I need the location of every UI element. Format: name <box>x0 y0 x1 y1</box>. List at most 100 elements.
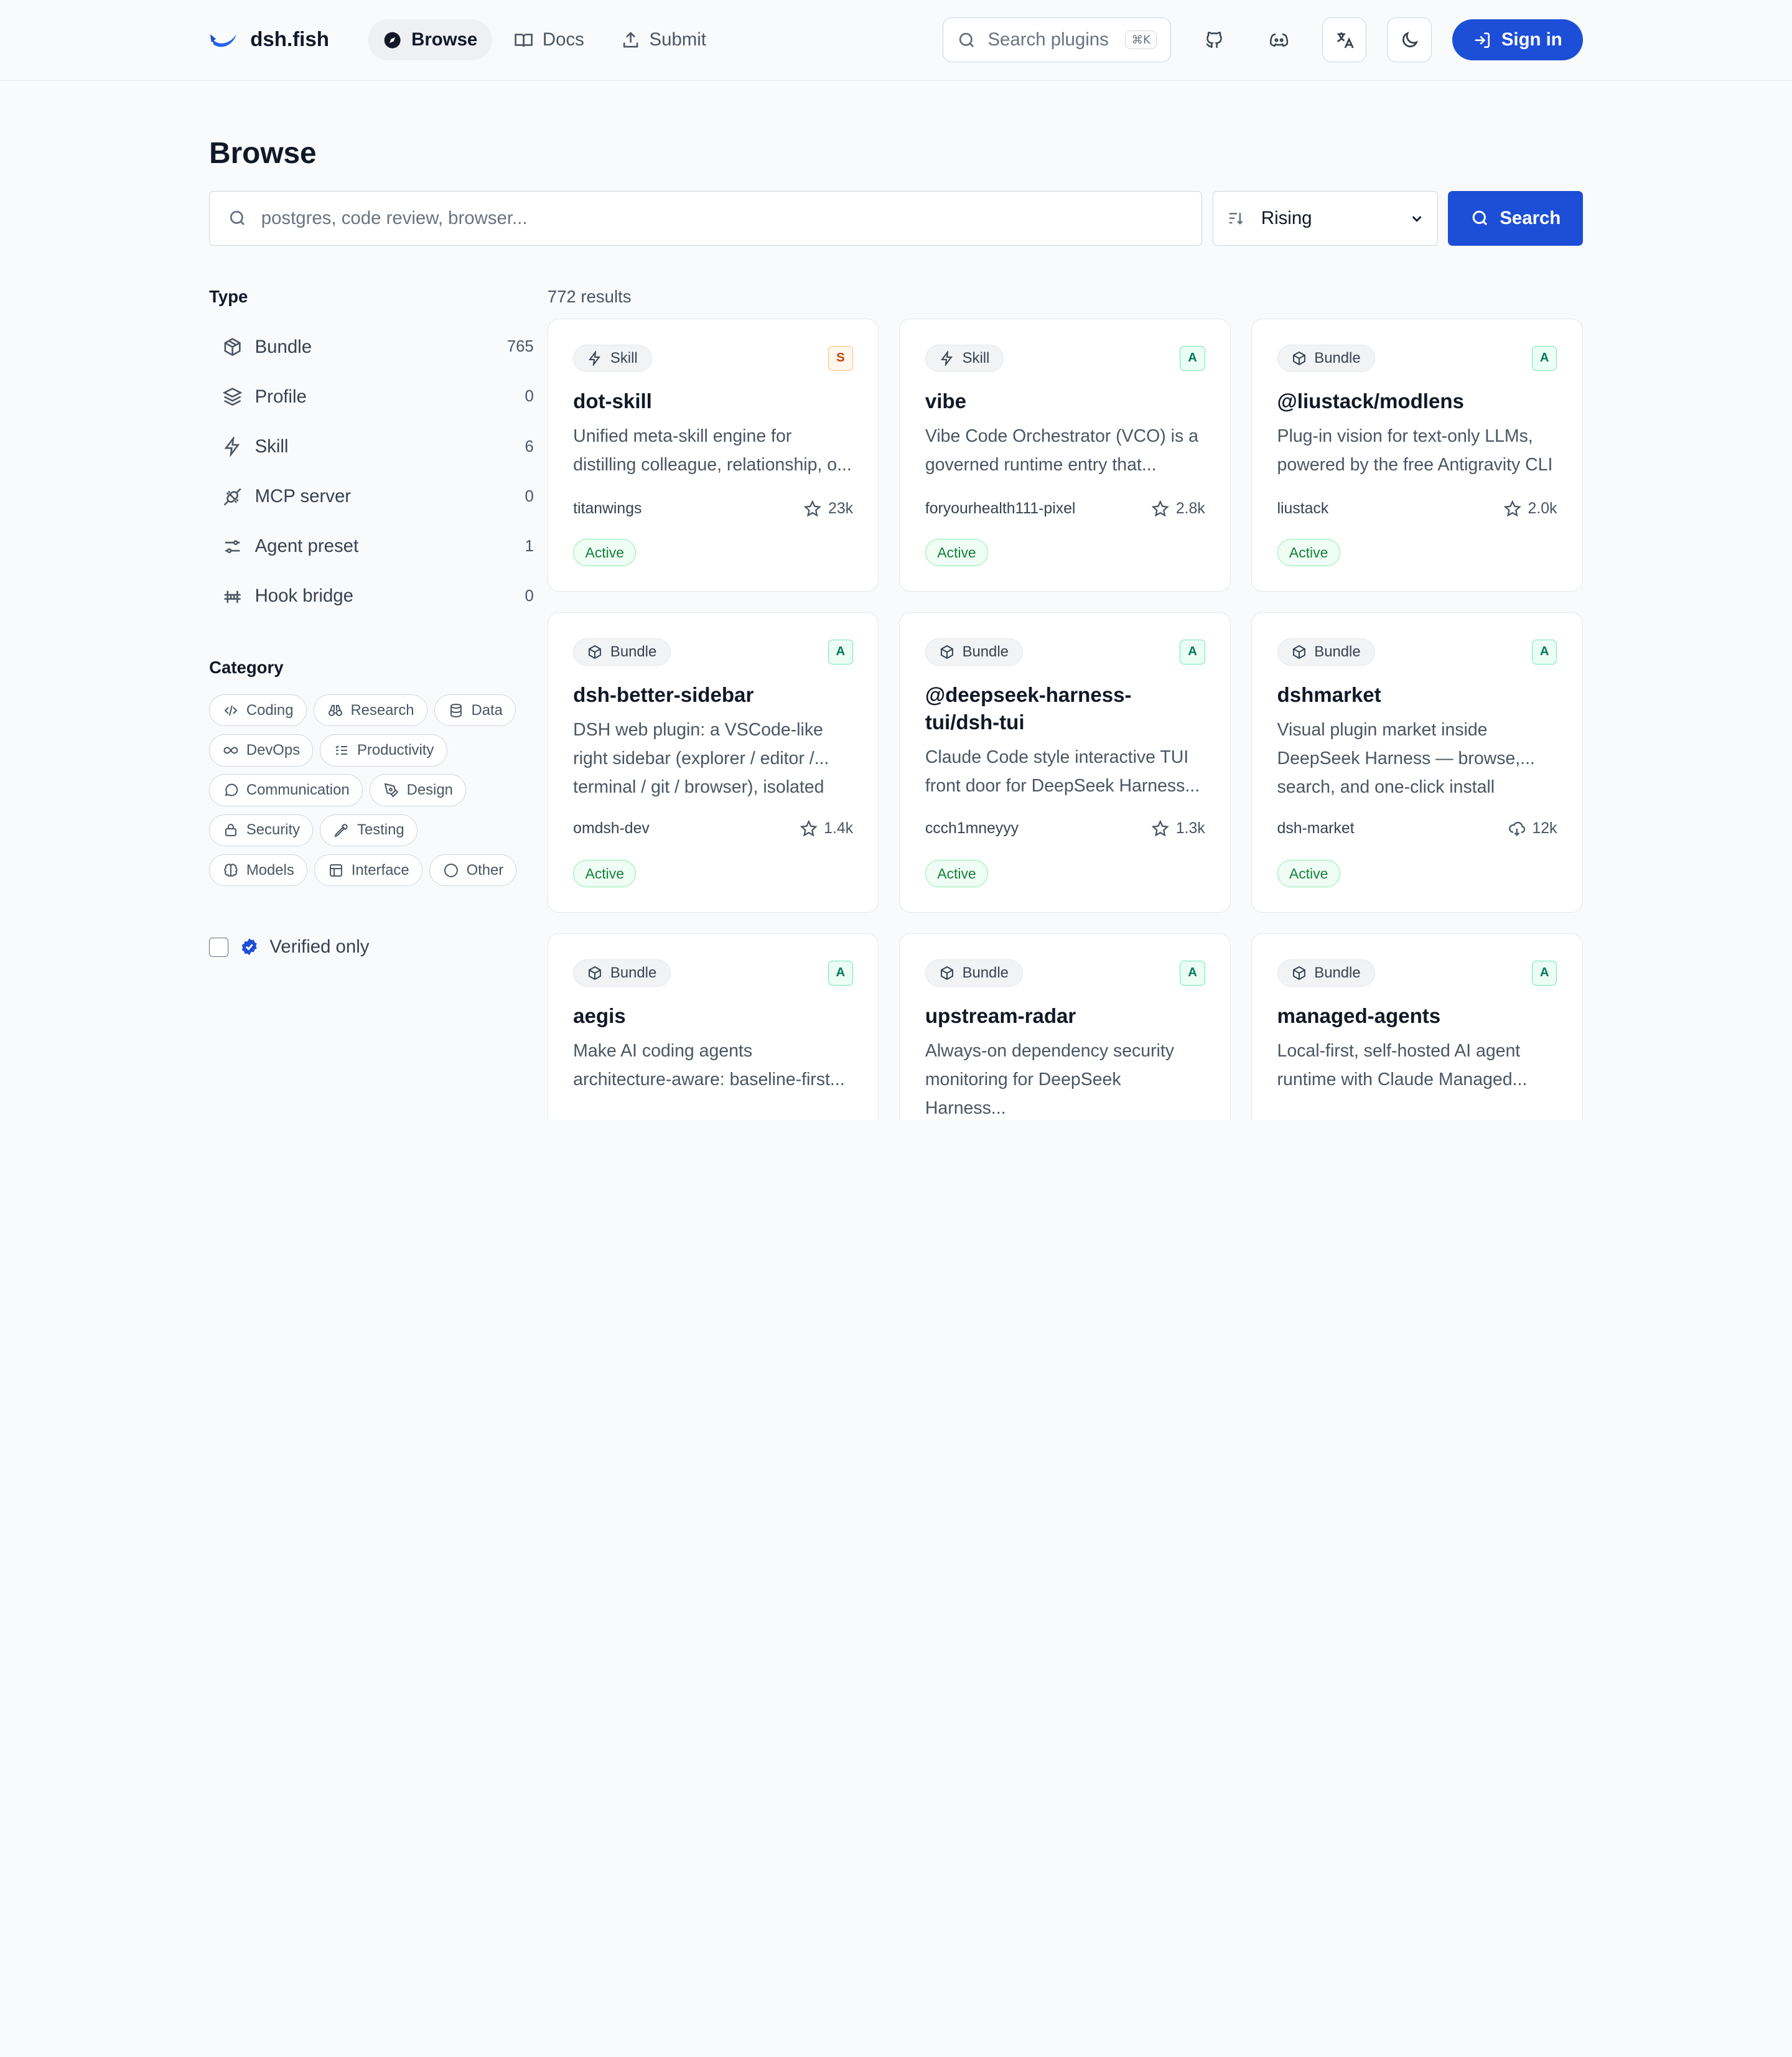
type-label: Profile <box>254 386 307 407</box>
category-label: Communication <box>246 781 350 799</box>
type-filter-bundle[interactable]: Bundle 765 <box>209 322 548 372</box>
plugin-description: Visual plugin market inside DeepSeek Har… <box>1277 719 1535 797</box>
nav-submit-label: Submit <box>649 29 706 50</box>
type-pill-label: Bundle <box>610 643 657 660</box>
category-chip-productivity[interactable]: Productivity <box>320 734 447 767</box>
plugin-stat: 1.4k <box>824 819 853 837</box>
type-count: 0 <box>525 487 534 505</box>
category-label: Design <box>406 781 453 799</box>
category-chip-security[interactable]: Security <box>209 814 314 847</box>
plugin-card[interactable]: Bundle A aegis Make AI coding agents arc… <box>547 933 879 1120</box>
category-chip-coding[interactable]: Coding <box>209 694 307 727</box>
category-chip-design[interactable]: Design <box>369 774 467 806</box>
github-icon <box>1206 31 1222 48</box>
plugin-card[interactable]: Bundle A dshmarket Visual plugin market … <box>1251 612 1583 913</box>
verified-checkbox[interactable] <box>209 937 229 957</box>
grade-badge: S <box>828 345 853 371</box>
category-label: Productivity <box>357 741 434 758</box>
type-pill-label: Bundle <box>1314 643 1361 660</box>
type-pill: Bundle <box>925 959 1023 987</box>
plugin-author[interactable]: dsh-market <box>1277 820 1355 837</box>
cube-icon <box>589 645 602 659</box>
plugin-author[interactable]: liustack <box>1277 500 1329 518</box>
plugin-card[interactable]: Bundle A @liustack/modlens Plug-in visio… <box>1251 319 1583 592</box>
plugin-card[interactable]: Skill S dot-skill Unified meta-skill eng… <box>547 319 879 592</box>
category-chip-other[interactable]: Other <box>429 854 517 887</box>
type-label: Skill <box>254 436 289 457</box>
brand-logo[interactable]: dsh.fish <box>209 28 329 52</box>
translate-icon <box>1337 32 1354 49</box>
plugin-card[interactable]: Bundle A dsh-better-sidebar DSH web plug… <box>547 612 879 913</box>
bolt-icon <box>224 437 240 457</box>
plugin-name: @liustack/modlens <box>1277 389 1464 413</box>
status-badge: Active <box>573 860 637 888</box>
discord-button[interactable] <box>1257 17 1302 62</box>
github-button[interactable] <box>1192 17 1236 62</box>
plugin-description: Local-first, self-hosted AI agent runtim… <box>1277 1040 1528 1089</box>
type-filter-profile[interactable]: Profile 0 <box>209 372 548 422</box>
category-chip-data[interactable]: Data <box>434 694 516 727</box>
type-pill-label: Bundle <box>962 643 1009 660</box>
plugin-card[interactable]: Skill A vibe Vibe Code Orchestrator (VCO… <box>899 319 1231 592</box>
type-pill-label: Skill <box>962 349 990 366</box>
category-chip-research[interactable]: Research <box>313 694 427 727</box>
sign-in-label: Sign in <box>1501 29 1562 50</box>
category-chips: Coding Research Data DevOps Productivity… <box>209 694 518 887</box>
compass-icon <box>384 32 401 49</box>
search-icon <box>959 32 974 47</box>
nav-browse[interactable]: Browse <box>368 19 493 61</box>
list-check-icon <box>335 745 348 755</box>
fish-logo-icon <box>210 34 237 47</box>
sort-select[interactable]: Rising <box>1212 190 1438 246</box>
nav-docs[interactable]: Docs <box>499 19 599 60</box>
sign-in-button[interactable]: Sign in <box>1452 19 1583 61</box>
plugin-author[interactable]: ccch1mneyyy <box>925 820 1019 837</box>
language-button[interactable] <box>1322 17 1367 63</box>
theme-toggle[interactable] <box>1387 17 1432 63</box>
moon-icon <box>1402 31 1418 47</box>
type-pill: Skill <box>925 344 1004 372</box>
type-count: 0 <box>525 388 534 406</box>
category-chip-interface[interactable]: Interface <box>314 854 422 887</box>
grade-badge: A <box>828 960 853 986</box>
type-filter-title: Type <box>209 286 248 306</box>
plugin-author[interactable]: omdsh-dev <box>573 820 650 837</box>
header-search-placeholder: Search plugins <box>987 29 1109 50</box>
plugin-description: DSH web plugin: a VSCode-like right side… <box>573 719 829 797</box>
category-chip-testing[interactable]: Testing <box>320 814 418 847</box>
category-chip-models[interactable]: Models <box>209 854 307 887</box>
plugin-card[interactable]: Bundle A @deepseek-harness-tui/dsh-tui C… <box>899 612 1231 913</box>
verified-only-filter[interactable]: Verified only <box>209 936 548 958</box>
plugin-search-input[interactable] <box>261 207 1183 229</box>
main-nav: Browse Docs Submit <box>368 19 721 61</box>
database-icon <box>450 703 462 717</box>
plugin-card[interactable]: Bundle A managed-agents Local-first, sel… <box>1251 933 1583 1120</box>
type-filter-agent-preset[interactable]: Agent preset 1 <box>209 521 548 571</box>
results-section: 772 results Skill S dot-skill Unified me… <box>547 287 1583 1120</box>
download-cloud-icon <box>1509 821 1526 836</box>
plugin-author[interactable]: foryourhealth111-pixel <box>925 500 1076 518</box>
plugin-author[interactable]: titanwings <box>573 500 642 518</box>
verified-badge-icon <box>241 938 257 956</box>
category-chip-devops[interactable]: DevOps <box>209 734 314 767</box>
grade-badge: A <box>1531 639 1557 665</box>
search-button[interactable]: Search <box>1448 190 1583 246</box>
category-label: Data <box>471 701 503 719</box>
binoculars-icon <box>328 704 342 716</box>
type-filter-mcp-server[interactable]: MCP server 0 <box>209 472 548 521</box>
nav-submit[interactable]: Submit <box>606 19 721 60</box>
brain-icon <box>224 863 238 877</box>
main-content: Browse Rising Search Type <box>209 136 1583 1120</box>
category-chip-communication[interactable]: Communication <box>209 774 363 806</box>
header-search[interactable]: Search plugins ⌘K <box>942 17 1172 63</box>
plugin-card[interactable]: Bundle A upstream-radar Always-on depend… <box>899 933 1231 1120</box>
star-icon <box>1152 820 1169 837</box>
type-pill: Bundle <box>1277 638 1375 666</box>
code-icon <box>224 705 238 716</box>
type-label: MCP server <box>254 486 352 507</box>
login-icon <box>1475 32 1490 48</box>
plugin-stat: 2.8k <box>1175 500 1205 517</box>
type-filter-hook-bridge[interactable]: Hook bridge 0 <box>209 571 548 621</box>
type-pill: Bundle <box>925 638 1023 666</box>
type-filter-skill[interactable]: Skill 6 <box>209 422 548 472</box>
